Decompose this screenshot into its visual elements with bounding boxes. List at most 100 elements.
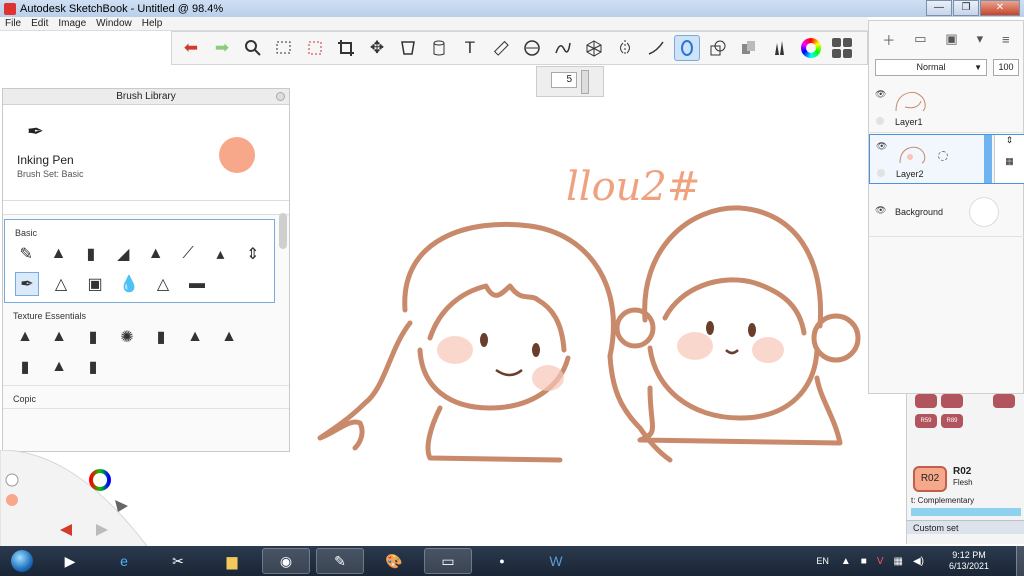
perspective-grid-icon[interactable] <box>581 35 607 61</box>
stroke-icon[interactable] <box>643 35 669 61</box>
shapes-icon[interactable] <box>705 35 731 61</box>
tech-pen-brush-icon[interactable]: ▴ <box>209 242 231 266</box>
texture-brush-icon[interactable]: ▲ <box>47 325 71 349</box>
paint-icon[interactable]: 🎨 <box>370 548 418 574</box>
zalo-icon[interactable]: ● <box>478 548 526 574</box>
layer-item-background[interactable]: 👁 Background <box>869 187 1024 237</box>
symmetry-icon[interactable] <box>612 35 638 61</box>
text-icon[interactable]: T <box>457 35 483 61</box>
french-curve-icon[interactable] <box>550 35 576 61</box>
brush-set-copic[interactable]: Copic <box>3 386 289 409</box>
layer-side-controls[interactable]: ⇕ ▦ <box>994 135 1024 183</box>
texture-brush-icon[interactable]: ▲ <box>183 325 207 349</box>
chevron-up-icon[interactable]: ▲ <box>841 556 851 567</box>
copic-chip[interactable] <box>993 394 1015 408</box>
menu-file[interactable]: File <box>0 18 26 29</box>
monitor-app-icon[interactable]: ▭ <box>424 548 472 574</box>
selected-copic-chip[interactable]: R02 <box>913 466 947 492</box>
menu-image[interactable]: Image <box>53 18 91 29</box>
network-icon[interactable]: ▦ <box>894 556 903 567</box>
minimize-button[interactable]: — <box>926 0 952 16</box>
select-lasso-icon[interactable] <box>302 35 328 61</box>
previous-brush-set-strip[interactable] <box>3 201 289 215</box>
lock-icon[interactable] <box>876 117 884 125</box>
inking-pen-brush-icon[interactable]: ✒ <box>15 272 39 296</box>
ballpoint-brush-icon[interactable]: ▲ <box>47 242 69 266</box>
texture-brush-icon[interactable]: ▮ <box>149 325 173 349</box>
brush-set-texture-essentials[interactable]: Texture Essentials ▲ ▲ ▮ ✺ ▮ ▲ ▲ ▮ ▲ ▮ <box>3 303 289 386</box>
texture-brush-icon[interactable]: ▮ <box>13 355 37 379</box>
drawing-canvas[interactable]: llou2# <box>290 88 868 546</box>
start-button[interactable] <box>4 547 40 575</box>
brush-library-scrollbar[interactable] <box>279 213 287 249</box>
clock[interactable]: 9:12 PM 6/13/2021 <box>934 550 1004 572</box>
eye-icon[interactable]: 👁 <box>876 141 887 152</box>
crop-icon[interactable] <box>333 35 359 61</box>
layer-menu-icon[interactable]: ≡ <box>1002 32 1010 47</box>
lagoon-radial-menu[interactable] <box>0 450 180 550</box>
tray-v-icon[interactable]: V <box>877 556 884 567</box>
tray-app-icon[interactable]: ■ <box>861 556 867 567</box>
language-indicator[interactable]: EN <box>816 556 829 566</box>
ruler-icon[interactable] <box>488 35 514 61</box>
add-layer-icon[interactable]: ＋ <box>882 30 895 49</box>
complementary-color-bar[interactable] <box>911 508 1021 516</box>
current-color-swatch[interactable] <box>219 137 255 173</box>
ellipse-guide-icon[interactable] <box>519 35 545 61</box>
pencil-brush-icon[interactable]: ✎ <box>15 242 37 266</box>
eye-icon[interactable]: 👁 <box>875 89 886 100</box>
eye-icon[interactable]: 👁 <box>875 205 886 216</box>
marker-brush-icon[interactable]: ▮ <box>80 242 102 266</box>
color-wheel-icon[interactable] <box>798 35 824 61</box>
panel-close-dot[interactable] <box>276 92 285 101</box>
texture-brush-icon[interactable]: ▮ <box>81 355 105 379</box>
layer-item[interactable]: 👁 Layer1 <box>869 83 1024 133</box>
lock-icon[interactable] <box>877 169 885 177</box>
chrome-icon[interactable]: ◉ <box>262 548 310 574</box>
brush-size-value[interactable]: 5 <box>551 72 577 88</box>
clear-layer-icon[interactable]: ▾ <box>977 31 984 47</box>
internet-explorer-icon[interactable]: e <box>100 548 148 574</box>
texture-brush-icon[interactable]: ✺ <box>115 325 139 349</box>
pen-brush-icon[interactable]: ▲ <box>145 242 167 266</box>
copic-chip-r59[interactable]: R59 <box>915 414 937 428</box>
airbrush-brush-icon[interactable]: △ <box>49 272 73 296</box>
add-image-icon[interactable]: ▣ <box>945 31 957 47</box>
menu-window[interactable]: Window <box>91 18 137 29</box>
menu-edit[interactable]: Edit <box>26 18 53 29</box>
blend-mode-dropdown[interactable]: Normal ▼ <box>875 59 987 76</box>
eraser-brush-icon[interactable]: ▬ <box>185 272 209 296</box>
fine-pen-brush-icon[interactable]: ⟋ <box>177 242 199 266</box>
hard-eraser-brush-icon[interactable]: ▣ <box>83 272 107 296</box>
redo-icon[interactable]: ➡ <box>209 35 235 61</box>
custom-set-header[interactable]: Custom set <box>907 520 1024 534</box>
file-explorer-icon[interactable]: ▆ <box>208 548 256 574</box>
soft-brush-icon[interactable]: △ <box>151 272 175 296</box>
undo-icon[interactable]: ⬅ <box>178 35 204 61</box>
texture-brush-icon[interactable]: ▮ <box>81 325 105 349</box>
zoom-icon[interactable] <box>240 35 266 61</box>
texture-brush-icon[interactable]: ▲ <box>217 325 241 349</box>
show-desktop-button[interactable] <box>1016 546 1024 576</box>
texture-brush-icon[interactable]: ▲ <box>13 325 37 349</box>
maximize-button[interactable]: ❐ <box>953 0 979 16</box>
brushes-icon[interactable] <box>767 35 793 61</box>
menu-help[interactable]: Help <box>137 18 168 29</box>
texture-brush-icon[interactable]: ▲ <box>47 355 71 379</box>
layer-item-selected[interactable]: 👁 Layer2 ⇕ ▦ <box>869 134 1024 184</box>
ellipse-tool-icon[interactable] <box>674 35 700 61</box>
transform-icon[interactable]: ✥ <box>364 35 390 61</box>
select-rect-icon[interactable] <box>271 35 297 61</box>
sketchbook-taskbar-icon[interactable]: ✎ <box>316 548 364 574</box>
chisel-brush-icon[interactable]: ◢ <box>112 242 134 266</box>
word-icon[interactable]: W <box>532 548 580 574</box>
copic-chip[interactable] <box>941 394 963 408</box>
media-player-icon[interactable]: ▶ <box>46 548 94 574</box>
close-button[interactable]: ✕ <box>980 0 1020 16</box>
perspective-icon[interactable] <box>395 35 421 61</box>
volume-icon[interactable]: ◀) <box>913 556 924 567</box>
add-group-icon[interactable]: ▭ <box>914 31 926 47</box>
scroll-arrows-icon[interactable]: ⇕ <box>242 242 264 266</box>
copic-chip[interactable] <box>915 394 937 408</box>
copic-library-icon[interactable] <box>736 35 762 61</box>
